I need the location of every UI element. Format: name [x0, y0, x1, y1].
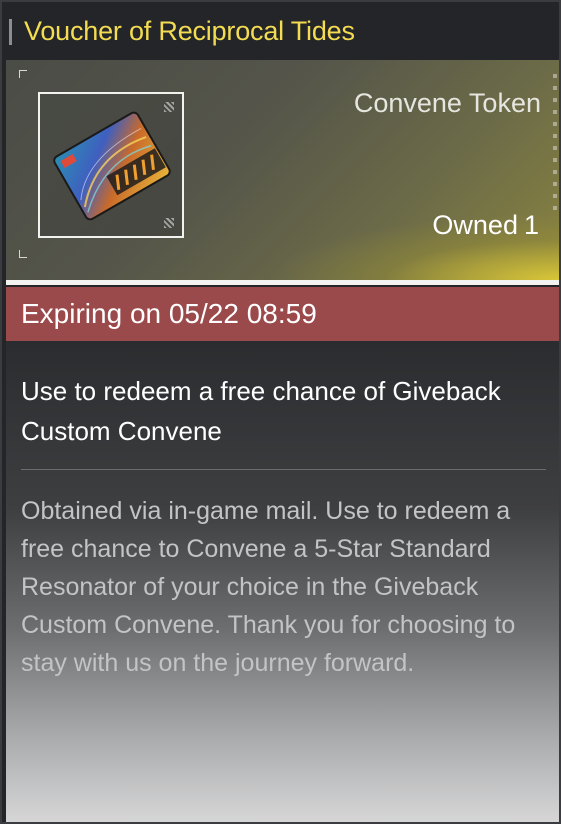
item-icon-frame — [38, 92, 184, 238]
voucher-ticket-icon — [50, 108, 175, 224]
item-body[interactable]: Use to redeem a free chance of Giveback … — [6, 341, 559, 822]
frame-decoration — [164, 218, 174, 228]
frame-decoration — [164, 102, 174, 112]
owned-count: Owned 1 — [432, 210, 539, 241]
expiry-text: Expiring on 05/22 08:59 — [21, 298, 317, 329]
corner-tick — [19, 250, 27, 258]
corner-tick — [19, 70, 27, 78]
item-description: Obtained via in-game mail. Use to redeem… — [21, 497, 516, 677]
divider — [21, 469, 546, 470]
owned-number: 1 — [523, 210, 539, 240]
expiry-banner: Expiring on 05/22 08:59 — [6, 287, 559, 341]
header-separator — [6, 280, 559, 285]
title-bar: Voucher of Reciprocal Tides — [2, 2, 559, 60]
item-category: Convene Token — [353, 88, 541, 118]
item-summary: Use to redeem a free chance of Giveback … — [21, 376, 501, 446]
item-detail-panel: Voucher of Reciprocal Tides Convene Toke… — [0, 0, 561, 824]
title-accent — [9, 19, 12, 45]
item-title: Voucher of Reciprocal Tides — [24, 16, 355, 46]
edge-marks — [553, 74, 557, 214]
item-header: Convene Token Owned 1 — [6, 60, 559, 280]
owned-label: Owned — [432, 210, 518, 240]
